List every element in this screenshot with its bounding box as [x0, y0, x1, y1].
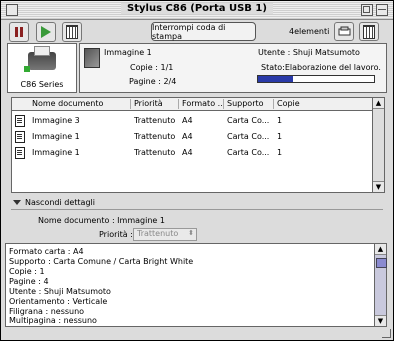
job-name: Immagine 1: [104, 48, 152, 57]
detail-line: Utente : Shuji Matsumoto: [9, 287, 111, 296]
window-title: Stylus C86 (Porta USB 1): [121, 3, 273, 14]
table-row[interactable]: Immagine 3 Trattenuto A4 Carta Co... 1: [12, 113, 372, 129]
resume-button[interactable]: [36, 22, 56, 42]
scroll-up-icon[interactable]: ▲: [375, 244, 386, 255]
printer-status-icon: [338, 26, 350, 36]
scroll-down-icon[interactable]: ▼: [373, 181, 384, 192]
printer-icon: [24, 46, 56, 72]
scroll-down-icon[interactable]: ▼: [375, 315, 386, 326]
scroll-up-icon[interactable]: ▲: [373, 98, 384, 109]
divider: [11, 209, 383, 210]
job-status: Stato:Elaborazione del lavoro.: [261, 63, 381, 72]
column-header-copies[interactable]: Copie: [275, 99, 367, 109]
detail-line: Pagine : 4: [9, 277, 49, 286]
printer-name: C86 Series: [20, 80, 64, 89]
details-toggle[interactable]: Nascondi dettagli: [13, 198, 95, 207]
details-scrollbar[interactable]: ▲ ▼: [374, 244, 387, 326]
row-media: Carta Co...: [227, 132, 270, 141]
updown-arrows-icon: ⬍: [188, 229, 194, 237]
trash-icon: [66, 25, 78, 39]
column-header-name[interactable]: Nome documento: [30, 99, 131, 109]
stop-queue-button[interactable]: Interrompi coda di stampa: [151, 22, 256, 41]
printer-panel: C86 Series: [7, 43, 77, 93]
row-format: A4: [182, 116, 193, 125]
detail-line: Copie : 1: [9, 267, 45, 276]
job-progress-bar: [257, 75, 375, 83]
job-list-scrollbar[interactable]: ▲ ▼: [372, 98, 384, 192]
row-name: Immagine 1: [32, 132, 80, 141]
row-media: Carta Co...: [227, 116, 270, 125]
row-copies: 1: [277, 116, 283, 125]
detail-line: Formato carta : A4: [9, 247, 84, 256]
table-row[interactable]: Immagine 1 Trattenuto A4 Carta Co... 1: [12, 145, 372, 161]
job-progress-fill: [258, 76, 293, 82]
row-format: A4: [182, 148, 193, 157]
row-copies: 1: [277, 132, 283, 141]
job-copies: Copie : 1/1: [130, 63, 174, 72]
scroll-thumb[interactable]: [376, 258, 387, 268]
row-format: A4: [182, 132, 193, 141]
document-icon: [15, 131, 25, 143]
pause-button[interactable]: [9, 22, 29, 42]
row-priority: Trattenuto: [134, 148, 176, 157]
table-row[interactable]: Immagine 1 Trattenuto A4 Carta Co... 1: [12, 129, 372, 145]
job-pages: Pagine : 2/4: [129, 77, 177, 86]
trash-icon: [363, 24, 375, 39]
print-queue-window: Stylus C86 (Porta USB 1) Interrompi coda…: [0, 0, 394, 341]
priority-label: Priorità :: [99, 230, 133, 239]
delete-button[interactable]: [62, 22, 82, 42]
disclosure-triangle-icon: [13, 200, 21, 205]
column-header-priority[interactable]: Priorità: [132, 99, 179, 109]
document-icon: [15, 115, 25, 127]
row-name: Immagine 1: [32, 148, 80, 157]
collapse-box[interactable]: [376, 4, 388, 16]
row-copies: 1: [277, 148, 283, 157]
status-button[interactable]: [334, 22, 354, 41]
job-count: 4elementi: [289, 27, 330, 36]
play-icon: [41, 26, 51, 38]
row-priority: Trattenuto: [134, 132, 176, 141]
priority-select[interactable]: Trattenuto ⬍: [133, 228, 197, 241]
detail-line: Supporto : Carta Comune / Carta Bright W…: [9, 257, 194, 266]
detail-document-name: Nome documento : Immagine 1: [38, 216, 165, 225]
job-list-header: Nome documento Priorità Formato ... Supp…: [12, 98, 372, 111]
detail-line: Filigrana : nessuno: [9, 307, 85, 316]
column-header-media[interactable]: Supporto: [225, 99, 274, 109]
zoom-box[interactable]: [361, 4, 373, 16]
priority-select-value: Trattenuto: [137, 229, 179, 238]
column-header-format[interactable]: Formato ...: [180, 99, 224, 109]
current-job-panel: Immagine 1 Copie : 1/1 Pagine : 2/4 Uten…: [79, 43, 387, 93]
row-priority: Trattenuto: [134, 116, 176, 125]
row-name: Immagine 3: [32, 116, 80, 125]
detail-line: Orientamento : Verticale: [9, 297, 108, 306]
detail-line: Multipagina : nessuno: [9, 316, 97, 325]
job-list: Nome documento Priorità Formato ... Supp…: [11, 97, 385, 193]
resize-grip-icon[interactable]: [382, 329, 391, 338]
document-icon: [15, 147, 25, 159]
title-bar[interactable]: Stylus C86 (Porta USB 1): [1, 1, 393, 20]
details-toggle-label: Nascondi dettagli: [25, 198, 95, 207]
pause-icon: [14, 27, 24, 37]
document-thumbnail-icon: [84, 48, 100, 68]
job-user: Utente : Shuji Matsumoto: [258, 48, 360, 57]
trash-queue-button[interactable]: [359, 22, 379, 41]
job-details-box: Formato carta : A4 Supporto : Carta Comu…: [5, 243, 387, 327]
row-media: Carta Co...: [227, 148, 270, 157]
